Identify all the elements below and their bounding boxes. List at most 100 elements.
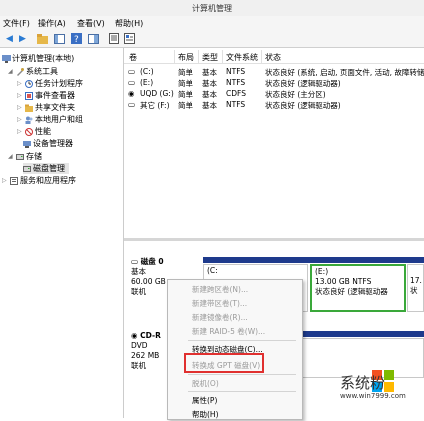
expand-arrow-icon[interactable]: ▷	[17, 116, 23, 123]
tree-item-device-manager[interactable]: 设备管理器	[23, 138, 73, 149]
up-folder-icon[interactable]	[36, 32, 49, 45]
menu-action[interactable]: 操作(A)	[38, 18, 66, 29]
menu-item-new-striped[interactable]: 新建带区卷(T)...	[192, 298, 247, 309]
help-icon[interactable]: ?	[70, 32, 83, 45]
menu-item-new-raid5[interactable]: 新建 RAID-5 卷(W)...	[192, 326, 265, 337]
partition-bar	[310, 257, 424, 263]
partition-e-size: 13.00 GB NTFS	[315, 277, 372, 286]
cell-fs: NTFS	[226, 78, 246, 87]
show-hide-pane-icon[interactable]	[87, 32, 100, 45]
cell-fs: NTFS	[226, 100, 246, 109]
tree-item-shared-folders[interactable]: ▷ 共享文件夹	[17, 102, 75, 113]
watermark-url: www.win7999.com	[340, 392, 406, 400]
disk0-type: 基本	[131, 267, 146, 276]
shared-folder-icon	[25, 104, 33, 112]
computer-icon	[2, 54, 11, 63]
partition-e-status: 状态良好 (逻辑驱动器	[315, 287, 388, 296]
menu-item-new-mirrored[interactable]: 新建镜像卷(R)...	[192, 312, 248, 323]
tree-item-label: 性能	[35, 127, 51, 136]
expand-arrow-icon[interactable]: ▷	[2, 177, 8, 184]
menu-help[interactable]: 帮助(H)	[115, 18, 143, 29]
disk0-size: 60.00 GB	[131, 277, 166, 286]
volume-drive-icon: ▭	[128, 100, 136, 109]
partition-f-size: 17.	[410, 276, 422, 285]
tree-item-local-users[interactable]: ▷ 本地用户和组	[17, 114, 83, 125]
tree-item-storage[interactable]: ◢ 存储	[8, 151, 42, 162]
table-row[interactable]: ▭ 其它 (F:) 简单 基本 NTFS 状态良好 (逻辑驱动器)	[124, 99, 424, 110]
partition-f[interactable]: 17. 状	[407, 264, 424, 312]
col-layout[interactable]: 布局	[178, 52, 194, 63]
menu-item-new-spanned[interactable]: 新建跨区卷(N)...	[192, 284, 248, 295]
cdrom-state: 联机	[131, 361, 146, 370]
menu-item-offline[interactable]: 脱机(O)	[192, 378, 219, 389]
services-icon	[10, 176, 18, 185]
context-menu: 新建跨区卷(N)... 新建带区卷(T)... 新建镜像卷(R)... 新建 R…	[167, 279, 303, 420]
table-row[interactable]: ▭ (E:) 简单 基本 NTFS 状态良好 (逻辑驱动器)	[124, 77, 424, 88]
menu-separator	[188, 340, 296, 341]
volume-drive-icon: ▭	[128, 78, 136, 87]
cdrom-size: 262 MB	[131, 351, 160, 360]
tree-root[interactable]: 计算机管理(本地)	[2, 53, 74, 64]
menu-item-help[interactable]: 帮助(H)	[192, 409, 219, 420]
tree-root-label: 计算机管理(本地)	[12, 54, 75, 63]
cdrom-type: DVD	[131, 341, 148, 350]
cd-drive-icon: ◉	[131, 331, 138, 340]
disk0-info[interactable]: ▭ 磁盘 0 基本 60.00 GB 联机	[131, 257, 166, 297]
cd-drive-icon: ◉	[128, 89, 135, 98]
tools-icon	[16, 67, 24, 76]
tree-item-performance[interactable]: ▷ 性能	[17, 126, 51, 137]
tree-item-services-apps[interactable]: ▷ 服务和应用程序	[2, 175, 76, 186]
col-filesystem[interactable]: 文件系统	[226, 52, 258, 63]
tree-item-label: 共享文件夹	[35, 103, 75, 112]
partition-bar	[203, 257, 310, 263]
col-type[interactable]: 类型	[202, 52, 218, 63]
expand-arrow-icon[interactable]: ▷	[17, 104, 23, 111]
toolbar: ◀ ▶ ?	[0, 30, 424, 48]
tree-item-label: 事件查看器	[35, 91, 75, 100]
tree-item-event-viewer[interactable]: ▷ 事件查看器	[17, 90, 75, 101]
expand-arrow-icon[interactable]: ▷	[17, 80, 23, 87]
cell-volume: (E:)	[140, 78, 154, 87]
console-tree: 计算机管理(本地) ◢ 系统工具 ▷ 任务计划程序 ▷ 事件查看器 ▷ 共享文件…	[0, 48, 124, 418]
cell-layout: 简单	[178, 101, 193, 110]
tree-item-label: 存储	[26, 152, 42, 161]
table-row[interactable]: ▭ (C:) 简单 基本 NTFS 状态良好 (系统, 启动, 页面文件, 活动…	[124, 66, 424, 77]
properties-icon[interactable]	[107, 32, 120, 45]
disk0-name-row: ▭ 磁盘 0	[131, 257, 166, 267]
cell-volume: (C:)	[140, 67, 154, 76]
menu-bar: 文件(F) 操作(A) 查看(V) 帮助(H)	[0, 16, 424, 30]
cell-status: 状态良好 (逻辑驱动器)	[265, 101, 341, 110]
watermark-brand: 系统粉	[340, 374, 386, 392]
menu-view[interactable]: 查看(V)	[77, 18, 105, 29]
console-tree-icon[interactable]	[53, 32, 66, 45]
partition-e[interactable]: (E:) 13.00 GB NTFS 状态良好 (逻辑驱动器	[310, 264, 406, 312]
tree-item-label: 磁盘管理	[33, 164, 65, 173]
col-status[interactable]: 状态	[265, 52, 281, 63]
expand-arrow-icon[interactable]: ▷	[17, 128, 23, 135]
logo-tile-green	[384, 370, 394, 380]
table-row[interactable]: ◉ UQD (G:) 简单 基本 CDFS 状态良好 (主分区)	[124, 88, 424, 99]
tree-item-task-scheduler[interactable]: ▷ 任务计划程序	[17, 78, 83, 89]
cdrom-name: CD-R	[140, 331, 161, 340]
menu-item-properties[interactable]: 属性(P)	[192, 395, 217, 406]
partition-bar	[290, 331, 424, 337]
collapse-arrow-icon[interactable]: ◢	[8, 153, 14, 160]
clock-icon	[25, 79, 33, 88]
forward-icon[interactable]: ▶	[16, 32, 29, 45]
tree-item-label: 设备管理器	[33, 139, 73, 148]
export-list-icon[interactable]	[123, 32, 136, 45]
partition-e-name: (E:)	[315, 267, 329, 276]
menu-file[interactable]: 文件(F)	[3, 18, 30, 29]
cdrom-info[interactable]: ◉ CD-R DVD 262 MB 联机	[131, 331, 161, 371]
back-icon[interactable]: ◀	[3, 32, 16, 45]
menu-separator	[188, 391, 296, 392]
cell-fs: NTFS	[226, 67, 246, 76]
logo-tile-yellow	[384, 382, 394, 392]
tree-item-system-tools[interactable]: ◢ 系统工具	[8, 66, 58, 77]
tree-item-disk-management[interactable]: 磁盘管理	[23, 163, 69, 174]
expand-arrow-icon[interactable]: ▷	[17, 92, 23, 99]
col-volume[interactable]: 卷	[129, 52, 137, 63]
collapse-arrow-icon[interactable]: ◢	[8, 68, 14, 75]
partition-f-status: 状	[410, 286, 418, 295]
highlight-box	[184, 353, 264, 373]
